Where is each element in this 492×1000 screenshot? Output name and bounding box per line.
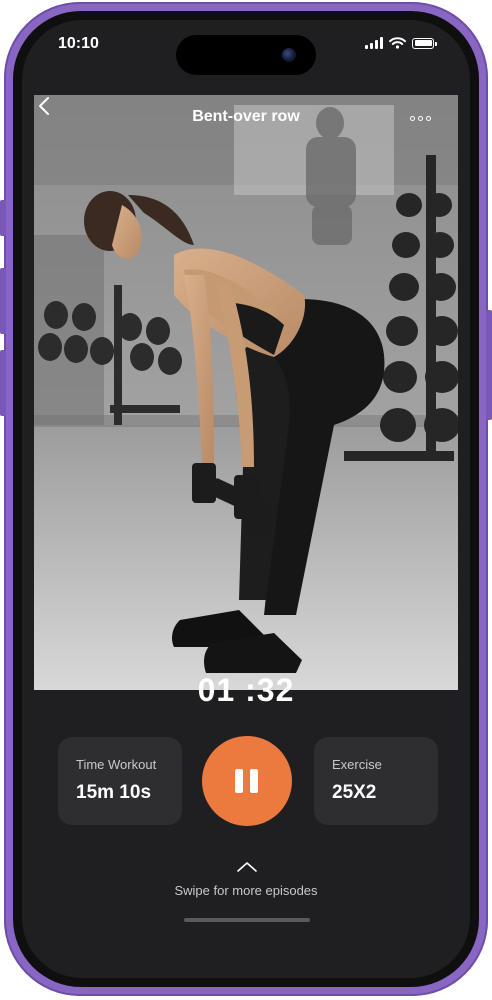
pause-button[interactable] [202, 736, 292, 826]
dynamic-island [176, 35, 316, 75]
elapsed-timer: 01 :32 [197, 672, 295, 708]
status-time: 10:10 [58, 35, 99, 52]
signal-icon [365, 37, 383, 49]
exercise-value: 25X2 [332, 782, 377, 803]
time-workout-card: Time Workout 15m 10s [58, 737, 182, 825]
phone-action-button [0, 200, 6, 236]
wifi-icon [389, 37, 406, 49]
exercise-photo [34, 95, 458, 690]
phone-power-button [486, 310, 492, 420]
exercise-label: Exercise [332, 757, 382, 772]
phone-volume-down-button [0, 350, 6, 416]
exercise-title: Bent-over row [192, 108, 300, 125]
home-indicator[interactable] [184, 918, 310, 922]
time-workout-value: 15m 10s [76, 782, 152, 803]
phone-volume-up-button [0, 268, 6, 334]
exercise-video[interactable]: Bent-over row [34, 95, 458, 690]
screen: 10:10 Bent-over row 01:32 Time Workout … [22, 20, 470, 978]
battery-icon [412, 37, 437, 49]
time-workout-label: Time Workout [76, 757, 157, 772]
more-horizontal-icon[interactable] [410, 109, 436, 127]
swipe-hint: Swipe for more episodes [174, 883, 318, 898]
exercise-card: Exercise 25X2 [314, 737, 438, 825]
camera-icon [282, 48, 296, 62]
chevron-up-icon[interactable] [236, 860, 258, 874]
status-icons [365, 36, 437, 50]
